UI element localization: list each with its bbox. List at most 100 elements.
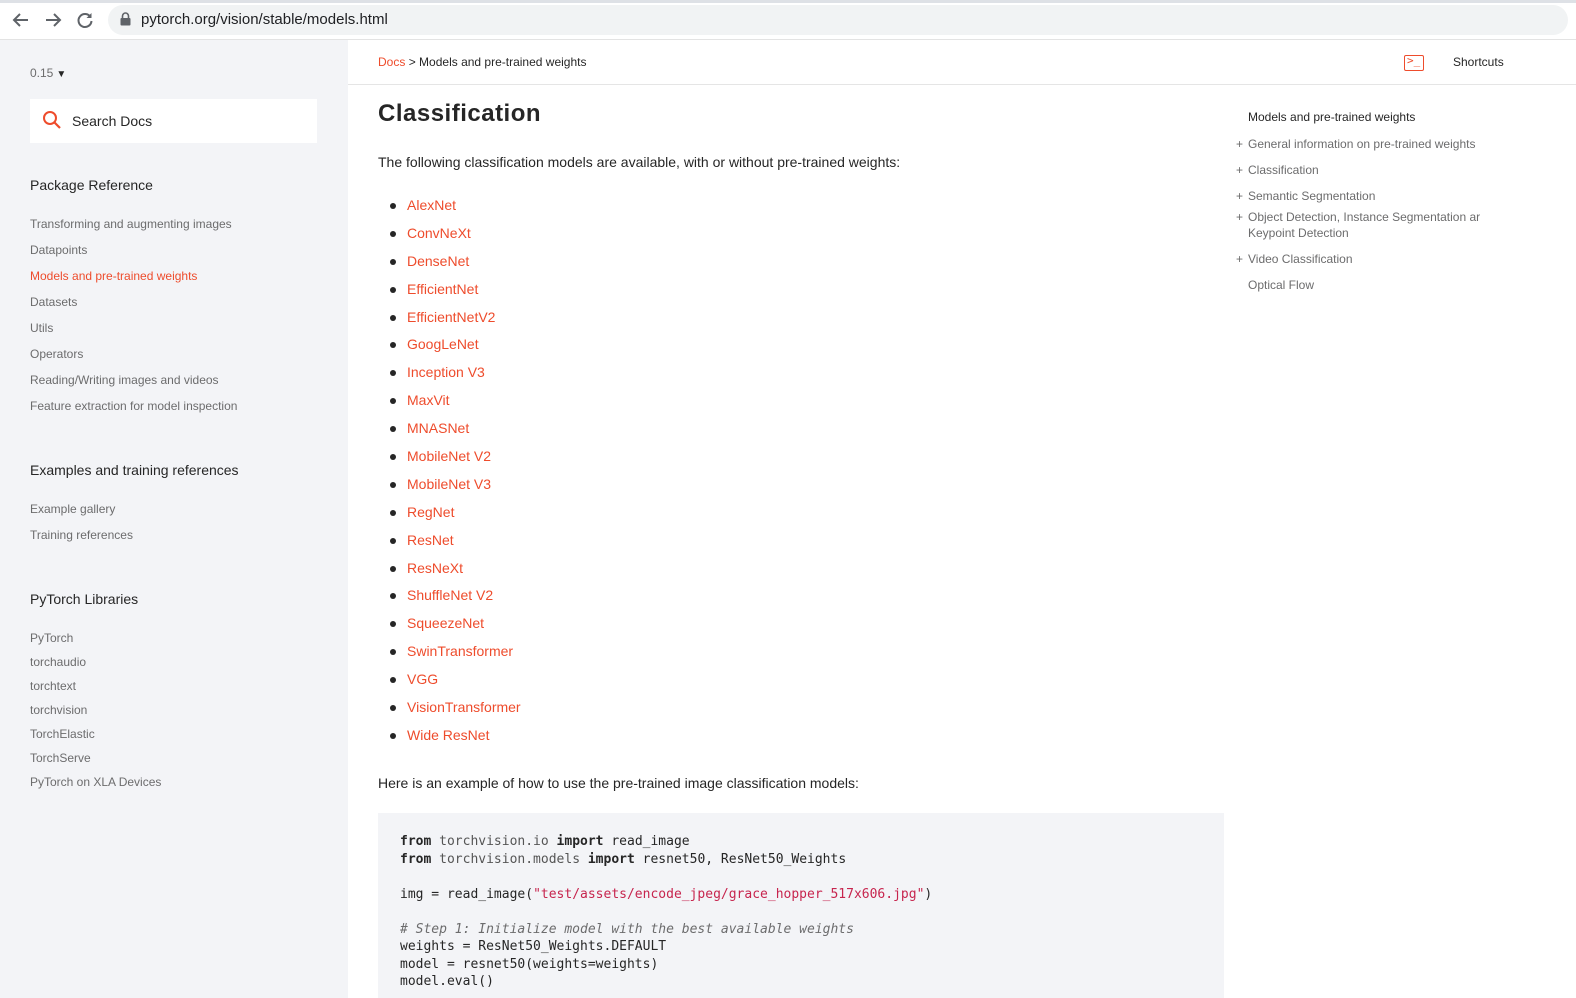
- expand-icon[interactable]: +: [1236, 162, 1248, 178]
- code-line: model.eval(): [400, 973, 1202, 991]
- sidebar-item-operators[interactable]: Operators: [30, 347, 83, 361]
- toc-item-label[interactable]: Classification: [1248, 162, 1498, 178]
- model-link-googlenet[interactable]: GoogLeNet: [407, 336, 479, 352]
- shortcuts-label[interactable]: Shortcuts: [1453, 55, 1504, 69]
- expand-icon[interactable]: +: [1236, 251, 1248, 267]
- expand-icon[interactable]: +: [1236, 188, 1248, 204]
- url-text[interactable]: pytorch.org/vision/stable/models.html: [141, 11, 388, 28]
- code-comment: # Step 1: Initialize model with the best…: [400, 921, 854, 937]
- list-item: MobileNet V2: [378, 443, 521, 471]
- code-text: ): [924, 886, 933, 902]
- model-link-convnext[interactable]: ConvNeXt: [407, 225, 471, 241]
- breadcrumb: Docs > Models and pre-trained weights: [378, 55, 586, 69]
- model-link-regnet[interactable]: RegNet: [407, 504, 454, 520]
- sidebar-item-datasets[interactable]: Datasets: [30, 295, 77, 309]
- model-link-wide-resnet[interactable]: Wide ResNet: [407, 727, 489, 743]
- toc-item-label[interactable]: Video Classification: [1248, 251, 1498, 267]
- list-item: Inception V3: [378, 359, 521, 387]
- model-link-efficientnetv2[interactable]: EfficientNetV2: [407, 309, 495, 325]
- sidebar-item-models[interactable]: Models and pre-trained weights: [30, 269, 197, 283]
- version-label[interactable]: 0.15: [30, 66, 53, 80]
- main-content: Docs > Models and pre-trained weights Cl…: [348, 40, 1576, 998]
- sidebar-item-utils[interactable]: Utils: [30, 321, 53, 335]
- model-link-alexnet[interactable]: AlexNet: [407, 197, 456, 213]
- toc-item-optical-flow[interactable]: Optical Flow: [1236, 277, 1506, 293]
- model-link-vgg[interactable]: VGG: [407, 671, 438, 687]
- breadcrumb-current: Models and pre-trained weights: [419, 55, 587, 69]
- toc-item-semantic-segmentation[interactable]: + Semantic Segmentation: [1236, 188, 1506, 204]
- intro-text: The following classification models are …: [378, 154, 901, 170]
- toc-item-label[interactable]: General information on pre-trained weigh…: [1248, 136, 1498, 152]
- code-text: read_image: [611, 834, 690, 849]
- list-item: MaxVit: [378, 387, 521, 415]
- sidebar-item-io[interactable]: Reading/Writing images and videos: [30, 373, 219, 387]
- code-module: torchvision.io: [439, 834, 549, 849]
- tab-strip: [0, 0, 1576, 3]
- caret-down-icon[interactable]: ▼: [56, 69, 66, 80]
- list-item: Wide ResNet: [378, 722, 521, 750]
- version-selector[interactable]: 0.15 ▼: [30, 66, 66, 80]
- model-link-mobilenet-v2[interactable]: MobileNet V2: [407, 448, 491, 464]
- model-link-densenet[interactable]: DenseNet: [407, 253, 469, 269]
- model-link-visiontransformer[interactable]: VisionTransformer: [407, 699, 521, 715]
- list-item: EfficientNetV2: [378, 304, 521, 332]
- search-placeholder: Search Docs: [72, 113, 153, 129]
- model-link-shufflenet-v2[interactable]: ShuffleNet V2: [407, 587, 493, 603]
- toc-title[interactable]: Models and pre-trained weights: [1248, 110, 1415, 124]
- model-link-squeezenet[interactable]: SqueezeNet: [407, 615, 484, 631]
- list-item: RegNet: [378, 499, 521, 527]
- sidebar-item-torchvision[interactable]: torchvision: [30, 703, 87, 717]
- forward-arrow-icon[interactable]: [41, 8, 65, 32]
- expand-icon[interactable]: +: [1236, 136, 1248, 152]
- sidebar-item-example-gallery[interactable]: Example gallery: [30, 502, 115, 516]
- sidebar-item-datapoints[interactable]: Datapoints: [30, 243, 87, 257]
- toc-item-label[interactable]: Semantic Segmentation: [1248, 188, 1498, 204]
- code-keyword: from: [400, 834, 432, 849]
- address-bar[interactable]: pytorch.org/vision/stable/models.html: [108, 5, 1568, 35]
- shortcuts-terminal-icon[interactable]: >_: [1404, 54, 1424, 71]
- model-link-swintransformer[interactable]: SwinTransformer: [407, 643, 513, 659]
- model-list: AlexNet ConvNeXt DenseNet EfficientNet E…: [378, 192, 521, 750]
- search-input[interactable]: Search Docs: [30, 99, 317, 143]
- list-item: ShuffleNet V2: [378, 582, 521, 610]
- list-item: VisionTransformer: [378, 694, 521, 722]
- model-link-efficientnet[interactable]: EfficientNet: [407, 281, 478, 297]
- toc-item-label[interactable]: Optical Flow: [1248, 277, 1498, 293]
- sidebar-item-torchtext[interactable]: torchtext: [30, 679, 76, 693]
- toc-item-general-information[interactable]: + General information on pre-trained weig…: [1236, 136, 1506, 152]
- code-line: # Step 1: Initialize model with the best…: [400, 921, 1202, 939]
- toc-item-label[interactable]: Object Detection, Instance Segmentation …: [1248, 209, 1498, 241]
- code-block[interactable]: from torchvision.io import read_image fr…: [378, 813, 1224, 998]
- code-text: model.eval(): [400, 974, 494, 989]
- sidebar-item-torchserve[interactable]: TorchServe: [30, 751, 91, 765]
- code-line: img = read_image("test/assets/encode_jpe…: [400, 886, 1202, 904]
- reload-icon[interactable]: [73, 8, 97, 32]
- model-link-resnext[interactable]: ResNeXt: [407, 560, 463, 576]
- examples-heading: Examples and training references: [30, 462, 239, 478]
- back-arrow-icon[interactable]: [9, 8, 33, 32]
- code-module: torchvision.models: [439, 851, 581, 867]
- toc-item-video-classification[interactable]: + Video Classification: [1236, 251, 1506, 267]
- model-link-inception-v3[interactable]: Inception V3: [407, 364, 485, 380]
- list-item: DenseNet: [378, 248, 521, 276]
- sidebar-item-feature-extraction[interactable]: Feature extraction for model inspection: [30, 399, 237, 413]
- sidebar-item-xla[interactable]: PyTorch on XLA Devices: [30, 775, 161, 789]
- model-link-resnet[interactable]: ResNet: [407, 532, 454, 548]
- toc-item-classification[interactable]: + Classification: [1236, 162, 1506, 178]
- breadcrumb-separator: >: [408, 55, 416, 69]
- model-link-maxvit[interactable]: MaxVit: [407, 392, 450, 408]
- code-line: weights = ResNet50_Weights.DEFAULT: [400, 938, 1202, 956]
- list-item: ResNet: [378, 527, 521, 555]
- sidebar-item-torchaudio[interactable]: torchaudio: [30, 655, 86, 669]
- sidebar-item-pytorch[interactable]: PyTorch: [30, 631, 73, 645]
- sidebar-item-training-references[interactable]: Training references: [30, 528, 133, 542]
- sidebar-item-torchelastic[interactable]: TorchElastic: [30, 727, 95, 741]
- breadcrumb-docs-link[interactable]: Docs: [378, 55, 405, 69]
- toc-item-object-detection[interactable]: + Object Detection, Instance Segmentation…: [1236, 209, 1506, 241]
- sidebar-item-transforming[interactable]: Transforming and augmenting images: [30, 217, 232, 231]
- model-link-mobilenet-v3[interactable]: MobileNet V3: [407, 476, 491, 492]
- model-link-mnasnet[interactable]: MNASNet: [407, 420, 469, 436]
- list-item: ConvNeXt: [378, 220, 521, 248]
- expand-icon[interactable]: +: [1236, 209, 1248, 225]
